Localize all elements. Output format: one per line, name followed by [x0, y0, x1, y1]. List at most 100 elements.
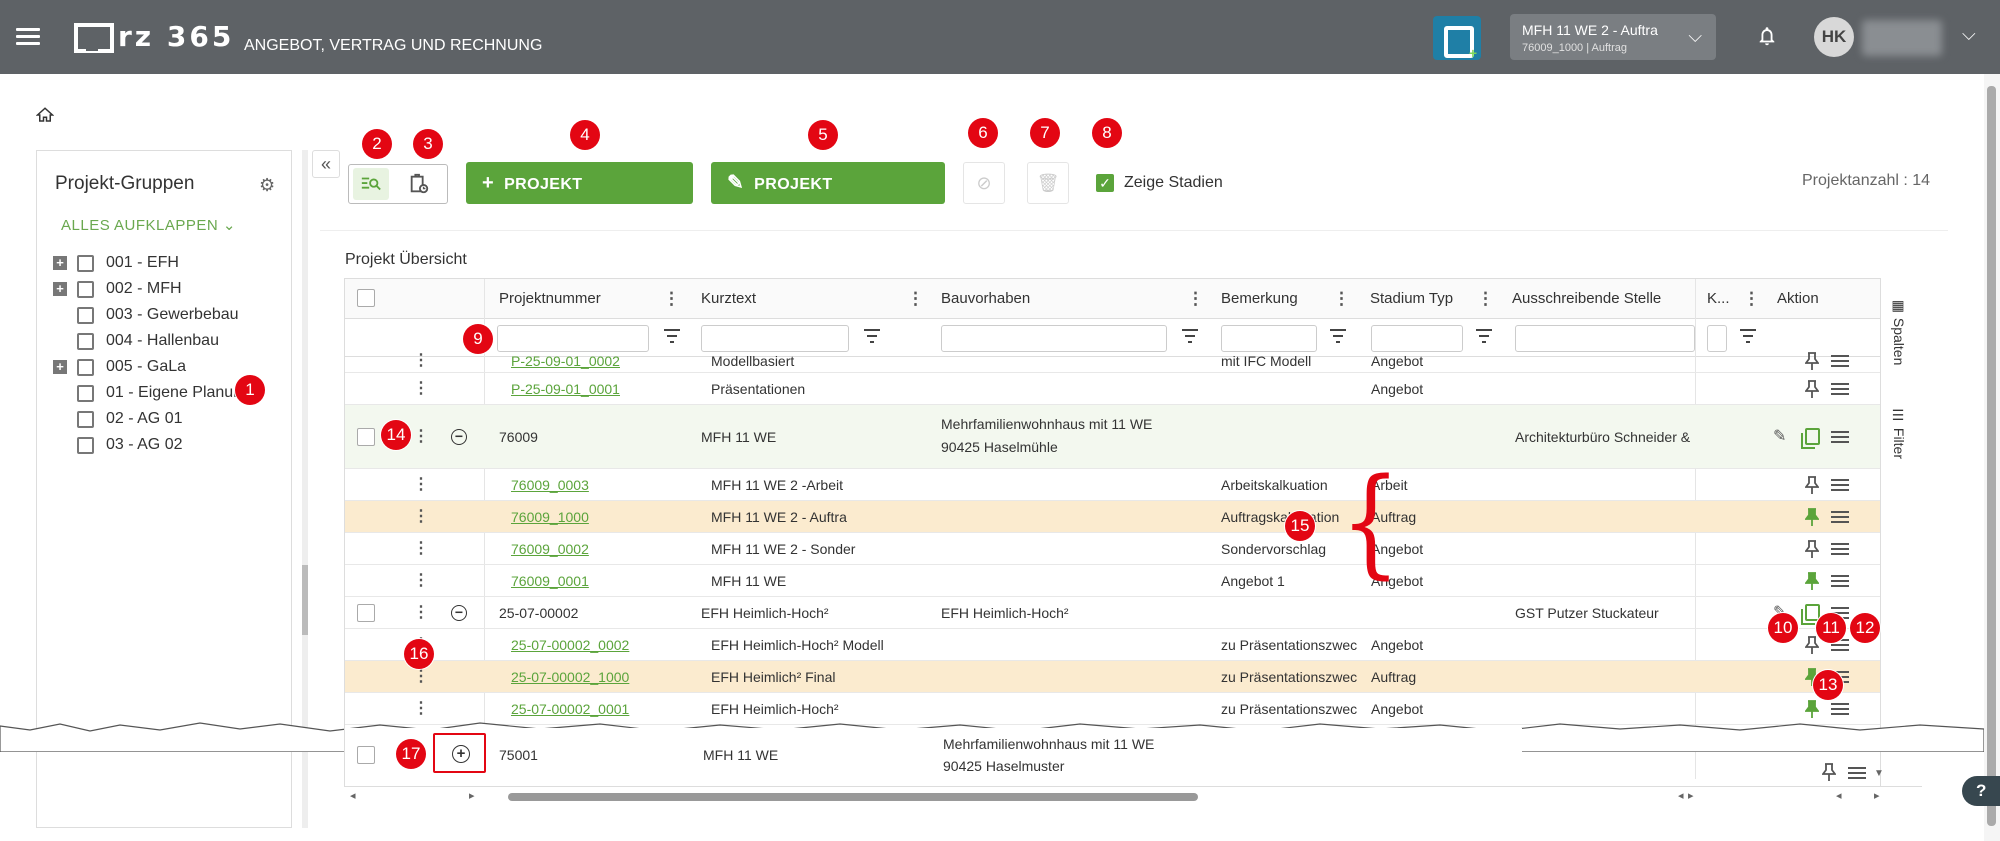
group-checkbox[interactable] [77, 384, 94, 402]
column-header-bemerkung[interactable]: Bemerkung [1211, 279, 1298, 319]
expand-all-button[interactable]: ALLES AUFKLAPPEN ⌄ [61, 216, 236, 234]
search-list-icon[interactable] [353, 168, 389, 200]
column-menu-icon[interactable]: ⋮ [907, 289, 924, 309]
scroll-left-icon[interactable]: ◂ [1678, 789, 1684, 802]
cell-projektnummer-link[interactable]: 76009_0002 [511, 538, 589, 560]
filter-input-stadium[interactable] [1371, 325, 1463, 352]
filter-input-stelle[interactable] [1515, 325, 1695, 352]
notification-bell-icon[interactable] [1756, 24, 1778, 48]
scroll-down-icon[interactable]: ▼ [1874, 768, 1884, 779]
filter-icon[interactable] [1181, 328, 1199, 344]
row-menu-dots-icon[interactable]: ⋮ [413, 378, 429, 398]
column-header-k[interactable]: K... [1707, 279, 1747, 319]
horizontal-scroll-thumb[interactable] [508, 793, 1198, 801]
remove-filter-button[interactable]: ⊘ [963, 162, 1005, 204]
sidebar-item[interactable]: 004 - Hallenbau [53, 330, 219, 352]
sidebar-item[interactable]: +001 - EFH [53, 252, 179, 274]
group-checkbox[interactable] [77, 280, 94, 298]
column-menu-icon[interactable]: ⋮ [1477, 289, 1494, 309]
app-switch-icon[interactable] [1433, 16, 1481, 61]
filter-icon[interactable] [1739, 328, 1757, 344]
clipboard-history-icon[interactable] [401, 168, 437, 200]
cell-projektnummer-link[interactable]: 76009_1000 [511, 506, 589, 528]
sidebar-item[interactable]: 03 - AG 02 [53, 434, 183, 456]
scroll-right-icon[interactable]: ▸ [469, 789, 475, 802]
row-menu-dots-icon[interactable]: ⋮ [413, 426, 429, 446]
pin-icon[interactable] [1804, 380, 1820, 398]
row-menu-icon[interactable] [1831, 479, 1849, 493]
help-button[interactable]: ? [1962, 776, 2000, 806]
pin-icon[interactable] [1804, 540, 1820, 558]
tab-spalten[interactable]: ▦ Spalten [1891, 298, 1907, 365]
row-menu-dots-icon[interactable]: ⋮ [413, 666, 429, 686]
cell-projektnummer-link[interactable]: P-25-09-01_0001 [511, 378, 620, 400]
sidebar-item[interactable]: 02 - AG 01 [53, 408, 183, 430]
filter-icon[interactable] [663, 328, 681, 344]
pin-icon[interactable] [1804, 636, 1820, 654]
user-menu-chevron-icon[interactable]: ⌵ [1962, 24, 1976, 45]
column-header-stadium-typ[interactable]: Stadium Typ [1360, 279, 1453, 319]
row-menu-icon[interactable] [1831, 511, 1849, 525]
column-menu-icon[interactable]: ⋮ [1333, 289, 1350, 309]
scroll-right-icon[interactable]: ▸ [1688, 789, 1694, 802]
row-checkbox[interactable] [357, 428, 375, 446]
sidebar-item[interactable]: 003 - Gewerbebau [53, 304, 239, 326]
scroll-left-icon[interactable]: ◂ [1836, 789, 1842, 802]
filter-input-k[interactable] [1707, 325, 1727, 352]
column-header-kurztext[interactable]: Kurztext [691, 279, 756, 319]
column-menu-icon[interactable]: ⋮ [1187, 289, 1204, 309]
create-project-button[interactable]: + PROJEKT ERSTELLEN [466, 162, 693, 235]
collapse-row-icon[interactable]: − [451, 605, 467, 621]
row-menu-icon[interactable] [1831, 355, 1849, 369]
collapse-row-icon[interactable]: − [451, 429, 467, 445]
row-menu-dots-icon[interactable]: ⋮ [413, 602, 429, 622]
scroll-left-icon[interactable]: ◂ [350, 789, 356, 802]
pin-icon[interactable] [1821, 763, 1837, 781]
sidebar-item[interactable]: 01 - Eigene Planung [53, 382, 251, 404]
expand-plus-icon[interactable]: + [53, 360, 67, 374]
group-checkbox[interactable] [77, 358, 94, 376]
cell-projektnummer-link[interactable]: 76009_0001 [511, 570, 589, 592]
pin-icon[interactable] [1804, 352, 1820, 370]
group-checkbox[interactable] [77, 410, 94, 428]
row-menu-icon[interactable] [1831, 383, 1849, 397]
row-checkbox[interactable] [357, 746, 375, 764]
cell-projektnummer-link[interactable]: P-25-09-01_0002 [511, 350, 620, 372]
user-avatar[interactable]: HK [1814, 17, 1854, 57]
sidebar-item[interactable]: +005 - GaLa [53, 356, 186, 378]
column-header-ausschreibende-stelle[interactable]: Ausschreibende Stelle [1502, 279, 1661, 319]
pin-icon[interactable] [1804, 476, 1820, 494]
home-icon[interactable] [35, 106, 55, 124]
sidebar-item[interactable]: +002 - MFH [53, 278, 182, 300]
expand-plus-icon[interactable]: + [53, 256, 67, 270]
edit-pencil-icon[interactable]: ✎ [1773, 426, 1786, 446]
column-menu-icon[interactable]: ⋮ [1743, 289, 1760, 309]
gear-icon[interactable]: ⚙ [259, 175, 279, 195]
collapse-sidebar-button[interactable]: « [312, 150, 340, 178]
filter-icon[interactable] [863, 328, 881, 344]
column-header-bauvorhaben[interactable]: Bauvorhaben [931, 279, 1030, 319]
row-menu-icon[interactable] [1831, 575, 1849, 589]
horizontal-scrollbar[interactable]: ◂ ▸ ◂ ▸ ◂ ▸ [344, 786, 1922, 806]
row-menu-dots-icon[interactable]: ⋮ [413, 570, 429, 590]
delete-button[interactable]: 🗑 [1027, 162, 1069, 204]
select-all-checkbox[interactable] [357, 289, 375, 307]
row-menu-dots-icon[interactable]: ⋮ [413, 474, 429, 494]
vertical-scroll-thumb[interactable] [1987, 86, 1996, 826]
row-menu-dots-icon[interactable]: ⋮ [413, 350, 429, 370]
pin-icon[interactable] [1804, 508, 1820, 526]
manage-project-button[interactable]: ✎ PROJEKT VERWALTEN [711, 162, 945, 235]
cell-projektnummer-link[interactable]: 76009_0003 [511, 474, 589, 496]
row-checkbox[interactable] [357, 604, 375, 622]
filter-input-bauvorhaben[interactable] [941, 325, 1167, 352]
show-stadien-checkbox[interactable]: ✓ Zeige Stadien [1096, 174, 1223, 192]
project-selector[interactable]: MFH 11 WE 2 - Auftra 76009_1000 | Auftra… [1510, 14, 1716, 60]
pin-icon[interactable] [1804, 572, 1820, 590]
column-menu-icon[interactable]: ⋮ [663, 289, 680, 309]
column-header-projektnummer[interactable]: Projektnummer [489, 279, 601, 319]
filter-input-kurztext[interactable] [701, 325, 849, 352]
filter-icon[interactable] [1475, 328, 1493, 344]
row-menu-dots-icon[interactable]: ⋮ [413, 538, 429, 558]
group-checkbox[interactable] [77, 332, 94, 350]
filter-input-bemerkung[interactable] [1221, 325, 1317, 352]
